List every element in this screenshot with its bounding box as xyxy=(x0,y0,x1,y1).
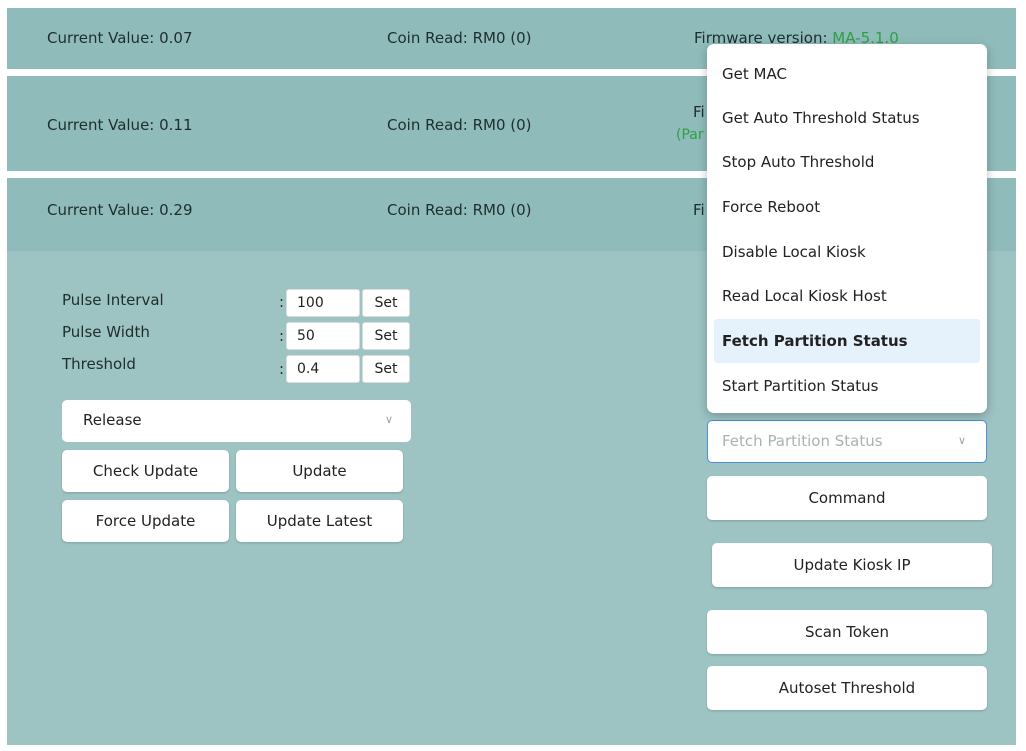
menu-item-force-reboot[interactable]: Force Reboot xyxy=(714,185,980,229)
coin-read: Coin Read: RM0 (0) xyxy=(387,201,532,219)
check-update-button[interactable]: Check Update xyxy=(62,450,229,492)
coin-read: Coin Read: RM0 (0) xyxy=(387,29,532,47)
pulse-width-label: Pulse Width xyxy=(62,323,150,341)
threshold-label: Threshold xyxy=(62,355,136,373)
release-select-value: Release xyxy=(83,411,142,429)
current-value: Current Value: 0.07 xyxy=(47,29,193,47)
colon: : xyxy=(279,360,285,378)
menu-item-read-local-kiosk-host[interactable]: Read Local Kiosk Host xyxy=(714,274,980,318)
menu-item-fetch-partition-status[interactable]: Fetch Partition Status xyxy=(714,319,980,363)
pulse-interval-input[interactable]: 100 xyxy=(286,289,360,317)
partition-status-fragment: (Par xyxy=(676,127,704,143)
colon: : xyxy=(279,327,285,345)
firmware-version-fragment: Fi xyxy=(693,201,705,219)
scan-token-button[interactable]: Scan Token xyxy=(707,610,987,654)
force-update-button[interactable]: Force Update xyxy=(62,500,229,542)
command-dropdown-menu: Get MAC Get Auto Threshold Status Stop A… xyxy=(707,44,987,413)
chevron-down-icon: ∨ xyxy=(385,413,394,426)
release-channel-select[interactable]: Release ∨ xyxy=(62,400,411,442)
menu-item-stop-auto-threshold[interactable]: Stop Auto Threshold xyxy=(714,140,980,184)
autoset-threshold-button[interactable]: Autoset Threshold xyxy=(707,666,987,710)
pulse-interval-set-button[interactable]: Set xyxy=(362,289,410,317)
pulse-interval-label: Pulse Interval xyxy=(62,291,164,309)
update-latest-button[interactable]: Update Latest xyxy=(236,500,403,542)
current-value: Current Value: 0.29 xyxy=(47,201,193,219)
threshold-set-button[interactable]: Set xyxy=(362,355,410,383)
pulse-width-input[interactable]: 50 xyxy=(286,322,360,350)
chevron-down-icon: ∨ xyxy=(958,434,967,447)
coin-read: Coin Read: RM0 (0) xyxy=(387,116,532,134)
firmware-version-fragment: Fi xyxy=(693,103,705,121)
menu-item-start-partition-status[interactable]: Start Partition Status xyxy=(714,364,980,408)
menu-item-get-mac[interactable]: Get MAC xyxy=(714,52,980,96)
update-button[interactable]: Update xyxy=(236,450,403,492)
colon: : xyxy=(279,293,285,311)
command-select-value: Fetch Partition Status xyxy=(722,432,883,450)
current-value: Current Value: 0.11 xyxy=(47,116,193,134)
command-select[interactable]: Fetch Partition Status ∨ xyxy=(707,420,987,463)
update-kiosk-ip-button[interactable]: Update Kiosk IP xyxy=(712,543,992,587)
threshold-input[interactable]: 0.4 xyxy=(286,355,360,383)
menu-item-disable-local-kiosk[interactable]: Disable Local Kiosk xyxy=(714,230,980,274)
pulse-width-set-button[interactable]: Set xyxy=(362,322,410,350)
menu-item-get-auto-threshold-status[interactable]: Get Auto Threshold Status xyxy=(714,96,980,140)
command-button[interactable]: Command xyxy=(707,476,987,520)
